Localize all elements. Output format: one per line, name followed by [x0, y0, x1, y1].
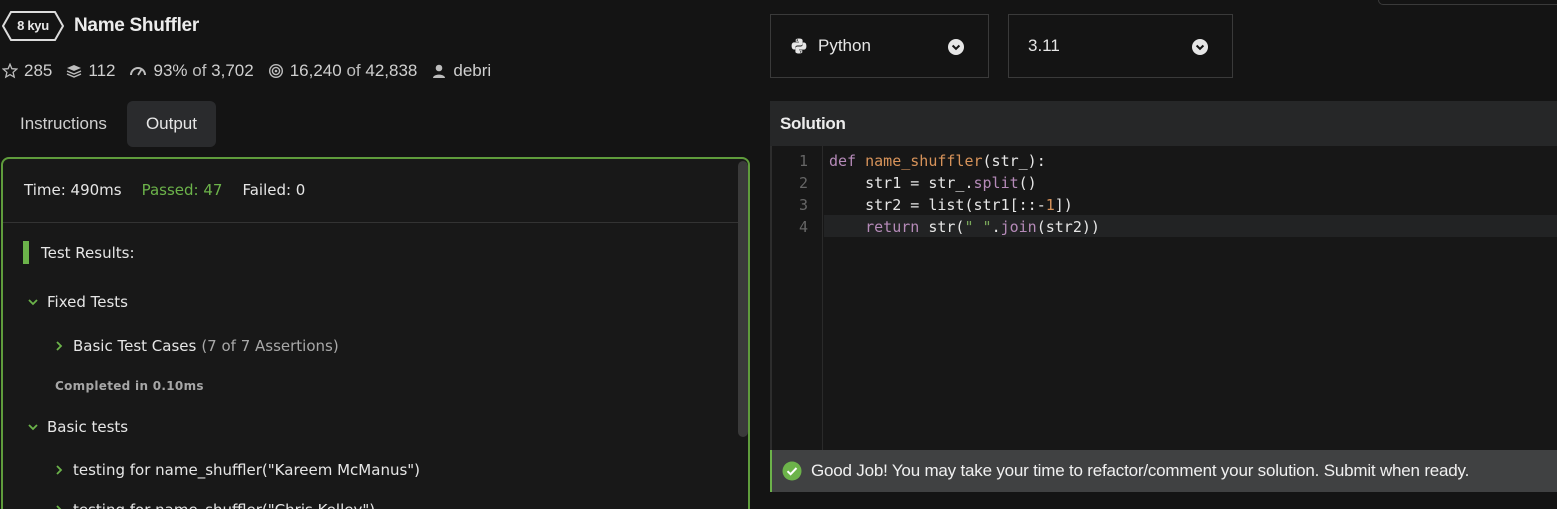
divider — [3, 222, 738, 223]
satisfaction-stat: 93% of 3,702 — [129, 61, 254, 81]
test-item-label: testing for name_shuffler("Chris Kelley"… — [73, 501, 375, 509]
code-line: str1 = str_.split() — [829, 174, 1037, 192]
chevron-down-icon — [948, 39, 964, 55]
satisfaction-pct: 93% — [153, 61, 188, 80]
passed-count: Passed: 47 — [141, 181, 223, 199]
completed-of: of — [346, 61, 361, 80]
completed-total: 42,838 — [365, 61, 418, 80]
kata-trainer: 8 kyu Name Shuffler 285 112 93% of 3,702 — [0, 0, 1557, 509]
star-icon — [2, 63, 18, 79]
kata-header: 8 kyu Name Shuffler — [0, 8, 199, 44]
version-value: 3.11 — [1028, 36, 1060, 55]
group-label: Basic tests — [47, 418, 129, 436]
chevron-down-icon — [1192, 39, 1208, 55]
line-number-gutter: 1 2 3 4 — [772, 146, 823, 450]
code-line: return str(" ".join(str2)) — [829, 218, 1100, 236]
test-item[interactable]: testing for name_shuffler("Kareem McManu… — [53, 461, 420, 479]
satisfaction-of: of — [192, 61, 207, 80]
satisfaction-total: 3,702 — [211, 61, 254, 80]
line-number: 4 — [798, 218, 808, 236]
code-line: str2 = list(str1[::-1]) — [829, 196, 1073, 214]
code-token: join — [1000, 218, 1037, 236]
output-tabs: Instructions Output — [0, 101, 216, 147]
code-token: str2 = list(str1[::- — [829, 196, 1046, 214]
test-item[interactable]: testing for name_shuffler("Chris Kelley"… — [53, 501, 375, 509]
test-results-label: Test Results: — [41, 243, 135, 262]
rank-label: 8 kyu — [17, 18, 49, 33]
line-number: 3 — [798, 196, 808, 214]
kata-title: Name Shuffler — [74, 15, 199, 36]
code-token: str1 = str_. — [829, 174, 974, 192]
code-token: def — [829, 152, 857, 170]
group-basic-tests[interactable]: Basic tests — [27, 418, 128, 436]
rank-badge: 8 kyu — [2, 11, 64, 41]
user-icon — [433, 64, 446, 78]
success-message: Good Job! You may take your time to refa… — [811, 461, 1470, 480]
code-token: . — [991, 218, 1001, 236]
language-value: Python — [818, 36, 871, 55]
success-message-bar: Good Job! You may take your time to refa… — [770, 450, 1557, 492]
gauge-icon — [130, 67, 147, 76]
code-line: def name_shuffler(str_): — [829, 152, 1046, 170]
group-fixed-tests[interactable]: Fixed Tests — [27, 293, 128, 311]
code-token: () — [1018, 174, 1037, 192]
basic-test-cases[interactable]: Basic Test Cases (7 of 7 Assertions) — [53, 337, 339, 355]
author-name: debri — [453, 61, 492, 80]
code-editor[interactable]: 1 2 3 4 def name_shuffler(str_): str1 = … — [770, 146, 1557, 492]
collections-stat[interactable]: 112 — [66, 61, 115, 81]
failed-count: Failed: 0 — [242, 181, 306, 199]
chevron-right-icon — [56, 505, 62, 509]
kata-stats: 285 112 93% of 3,702 16,240 of 42,838 de… — [2, 60, 505, 82]
code-token: (str2)) — [1036, 218, 1100, 236]
chevron-right-icon — [56, 341, 63, 351]
check-circle-icon — [782, 461, 802, 481]
stars-count: 285 — [24, 61, 53, 80]
completed-count: 16,240 — [289, 61, 342, 80]
chevron-down-icon — [28, 299, 38, 306]
language-select[interactable]: Python — [770, 14, 989, 78]
output-panel: Time: 490ms Passed: 47 Failed: 0 Test Re… — [1, 157, 750, 509]
code-token: split — [973, 174, 1019, 192]
version-select[interactable]: 3.11 — [1008, 14, 1233, 78]
basic-test-cases-label: Basic Test Cases — [73, 337, 197, 355]
layers-icon — [67, 65, 82, 78]
completed-in: Completed in 0.10ms — [55, 379, 204, 393]
top-panel-edge — [1378, 0, 1557, 5]
chevron-down-icon — [28, 424, 38, 431]
collections-count: 112 — [88, 61, 116, 80]
test-results-heading: Test Results: — [23, 241, 135, 264]
group-label: Fixed Tests — [47, 293, 128, 311]
tab-output[interactable]: Output — [126, 101, 216, 147]
results-accent-bar — [23, 241, 29, 264]
target-icon — [268, 63, 283, 79]
line-number: 1 — [798, 152, 808, 170]
run-time: Time: 490ms — [24, 181, 122, 199]
output-scrollbar[interactable] — [738, 161, 748, 437]
completed-stat: 16,240 of 42,838 — [268, 61, 418, 81]
stars-stat[interactable]: 285 — [2, 61, 52, 81]
code-token: 1 — [1045, 196, 1055, 214]
code-token: (str_): — [982, 152, 1046, 170]
code-token: name_shuffler — [865, 152, 983, 170]
chevron-right-icon — [56, 465, 63, 475]
test-item-label: testing for name_shuffler("Kareem McManu… — [73, 461, 421, 479]
code-token: str( — [919, 218, 965, 236]
line-number: 2 — [798, 174, 808, 192]
tab-instructions[interactable]: Instructions — [0, 101, 127, 147]
solution-panel-title: Solution — [770, 101, 1557, 146]
author-stat[interactable]: debri — [431, 61, 491, 81]
code-token: return — [829, 218, 920, 236]
run-summary: Time: 490ms Passed: 47 Failed: 0 — [24, 181, 325, 199]
assertion-count: (7 of 7 Assertions) — [201, 337, 339, 355]
code-token: ]) — [1054, 196, 1073, 214]
code-token: " " — [964, 218, 992, 236]
python-icon — [791, 38, 807, 54]
